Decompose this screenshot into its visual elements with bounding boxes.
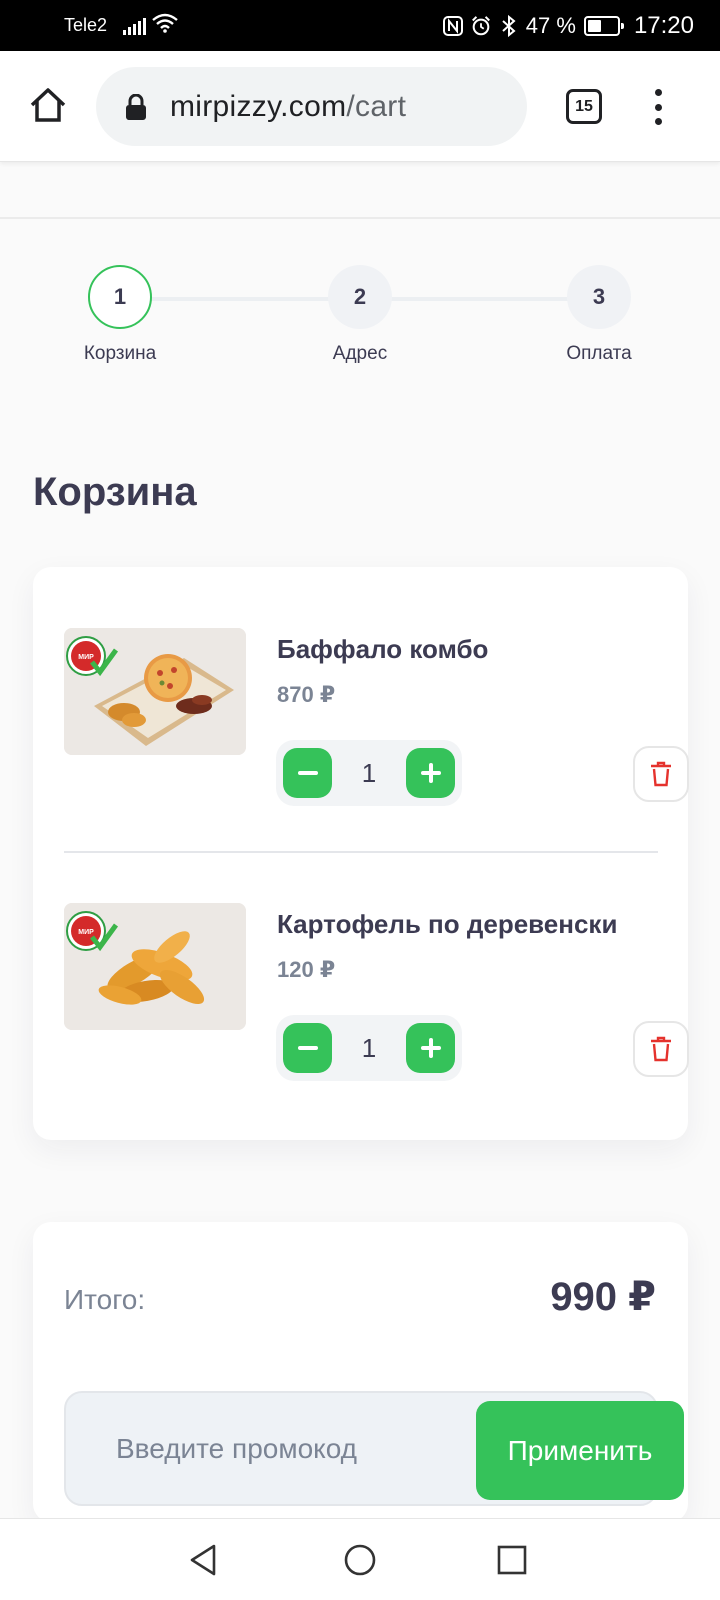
step-label: Корзина — [83, 343, 157, 364]
item-name: Картофель по деревенски — [277, 909, 618, 939]
item-price: 870 ₽ — [277, 682, 336, 707]
cart-card: МИР Баффало комбо 870 ₽ 1 МИР Картофель … — [33, 567, 689, 1140]
more-menu-icon[interactable] — [652, 89, 664, 125]
step-address[interactable]: 2 Адрес — [300, 265, 420, 365]
plus-icon — [420, 1038, 441, 1058]
pizza-combo-image: МИР — [64, 628, 246, 755]
signal-icon — [123, 17, 147, 35]
step-label: Адрес — [332, 343, 388, 364]
plus-icon — [420, 763, 441, 783]
recent-apps-icon[interactable] — [493, 1541, 531, 1579]
system-navigation-bar — [0, 1518, 720, 1600]
potato-wedges-image: МИР — [64, 903, 246, 1030]
home-circle-icon[interactable] — [341, 1541, 379, 1579]
apply-promo-button[interactable]: Применить — [476, 1401, 684, 1500]
promo-code-form: Применить — [64, 1391, 684, 1506]
browser-toolbar: mirpizzy.com/cart 15 — [0, 51, 720, 162]
total-label: Итого: — [64, 1284, 146, 1315]
promo-code-input[interactable] — [66, 1393, 436, 1504]
address-bar[interactable]: mirpizzy.com/cart — [96, 67, 527, 146]
order-summary-card: Итого: 990 ₽ Применить — [33, 1222, 688, 1522]
header-divider — [0, 217, 720, 219]
page-title: Корзина — [33, 470, 197, 514]
increase-quantity-button[interactable] — [406, 1023, 455, 1073]
bluetooth-icon — [498, 14, 520, 37]
back-icon[interactable] — [184, 1541, 222, 1579]
item-divider — [64, 851, 658, 853]
trash-icon — [651, 1036, 671, 1062]
step-label: Оплата — [566, 343, 632, 364]
clock: 17:20 — [633, 11, 694, 39]
svg-text:МИР: МИР — [78, 654, 94, 661]
carrier-name: Tele2 — [64, 15, 108, 35]
step-number: 2 — [328, 265, 392, 329]
step-number: 1 — [88, 265, 152, 329]
battery-icon — [583, 15, 624, 36]
checkout-steps: 1 Корзина 2 Адрес 3 Оплата — [0, 265, 720, 375]
trash-icon — [651, 761, 671, 787]
step-number: 3 — [567, 265, 631, 329]
wifi-icon — [152, 13, 178, 38]
decrease-quantity-button[interactable] — [283, 748, 332, 798]
nfc-icon — [442, 15, 464, 37]
delete-item-button[interactable] — [633, 1021, 689, 1077]
minus-icon — [297, 1046, 318, 1050]
delete-item-button[interactable] — [633, 746, 689, 802]
step-payment[interactable]: 3 Оплата — [539, 265, 659, 365]
minus-icon — [297, 771, 318, 775]
url-domain: mirpizzy.com — [170, 89, 347, 123]
svg-text:МИР: МИР — [78, 929, 94, 936]
decrease-quantity-button[interactable] — [283, 1023, 332, 1073]
tab-switcher-button[interactable]: 15 — [566, 89, 602, 124]
increase-quantity-button[interactable] — [406, 748, 455, 798]
item-price: 120 ₽ — [277, 957, 336, 982]
step-cart[interactable]: 1 Корзина — [60, 265, 180, 365]
item-name: Баффало комбо — [277, 634, 489, 664]
url-text: mirpizzy.com/cart — [170, 90, 406, 124]
quantity-value: 1 — [361, 758, 377, 788]
lock-icon — [124, 93, 148, 120]
alarm-icon — [470, 15, 492, 37]
url-path: /cart — [346, 89, 407, 123]
battery-percent: 47 % — [525, 12, 576, 38]
total-value: 990 ₽ — [550, 1275, 656, 1319]
quantity-stepper: 1 — [276, 740, 462, 806]
status-bar: Tele2 47 % 17:20 — [0, 0, 720, 51]
quantity-value: 1 — [361, 1033, 377, 1063]
quantity-stepper: 1 — [276, 1015, 462, 1081]
home-icon[interactable] — [28, 85, 68, 125]
